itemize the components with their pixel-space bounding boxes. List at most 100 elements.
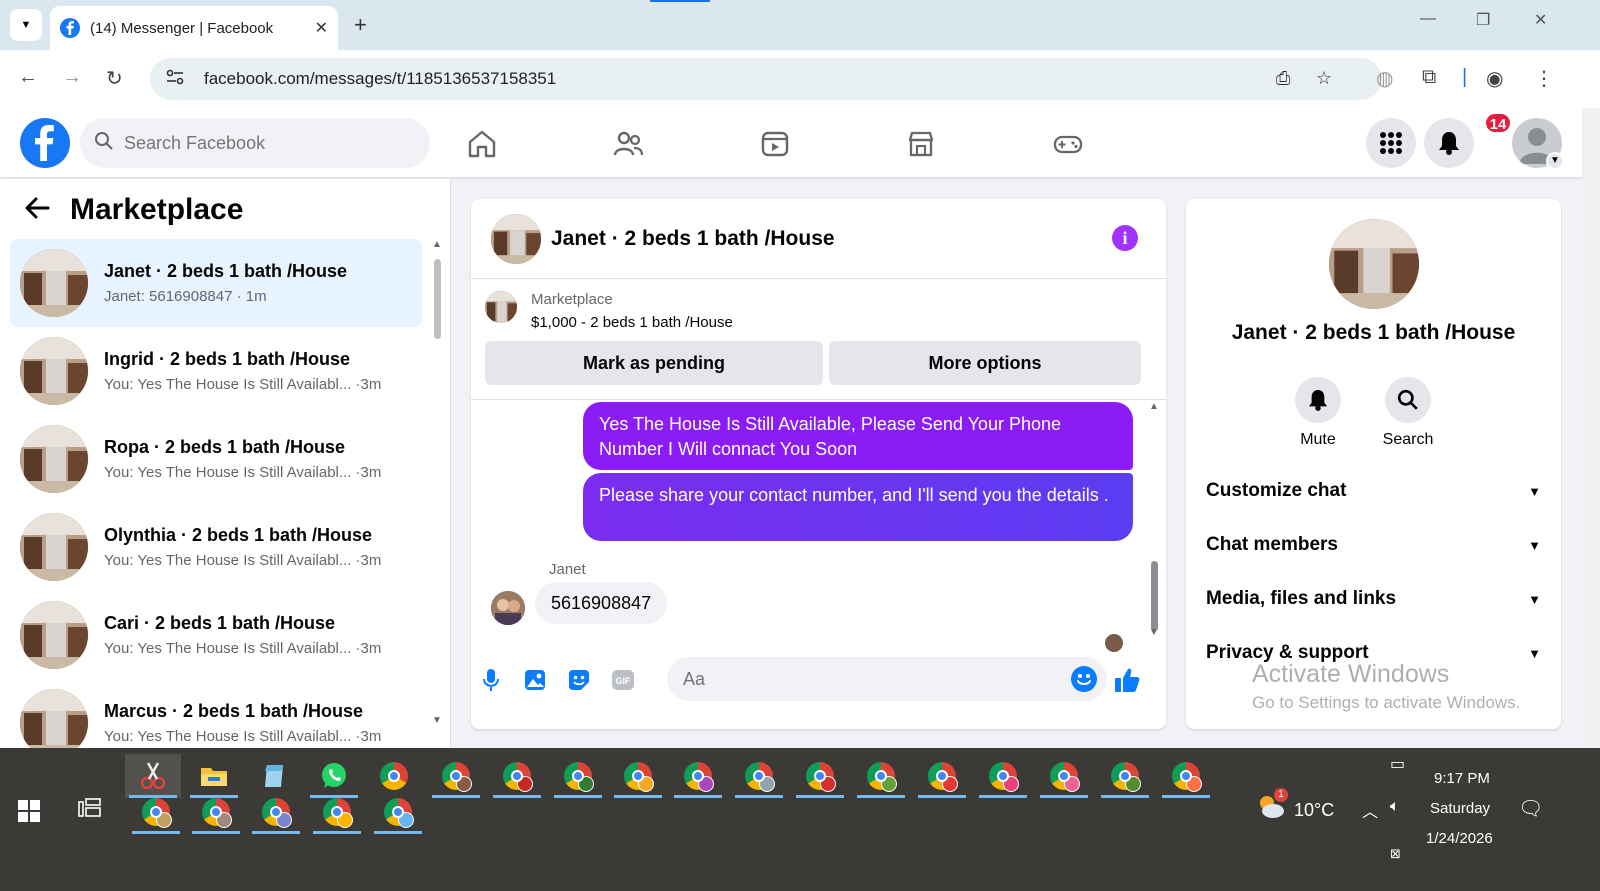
outgoing-message[interactable]: Please share your contact number, and I'… — [583, 473, 1133, 541]
clock-day[interactable]: Saturday — [1430, 800, 1490, 817]
conversation-item-ropa[interactable]: Ropa · 2 beds 1 bath /House You: Yes The… — [10, 415, 422, 503]
marketplace-icon[interactable] — [905, 128, 937, 160]
conversation-item-olynthia[interactable]: Olynthia · 2 beds 1 bath /House You: Yes… — [10, 503, 422, 591]
taskbar-app-chrome-profile-3[interactable] — [550, 754, 606, 798]
forward-arrow-icon[interactable]: → — [62, 66, 82, 89]
more-options-button[interactable]: More options — [829, 341, 1141, 385]
taskbar-app-chrome-profile-2[interactable] — [489, 754, 545, 798]
new-tab-button[interactable]: + — [354, 12, 367, 38]
image-icon[interactable] — [521, 666, 549, 694]
marketplace-listing-card[interactable]: Marketplace $1,000 - 2 beds 1 bath /Hous… — [485, 291, 733, 331]
page-scrollbar[interactable] — [1582, 108, 1600, 748]
chat-scrollbar[interactable]: ▲ ▼ — [1147, 401, 1161, 649]
chat-avatar[interactable] — [491, 213, 541, 264]
scroll-down-icon[interactable]: ▼ — [1149, 627, 1159, 638]
start-button[interactable] — [18, 800, 40, 827]
extensions-icon[interactable]: ⧉ — [1422, 66, 1436, 89]
close-window-icon[interactable]: ✕ — [1534, 10, 1547, 30]
conversation-item-cari[interactable]: Cari · 2 beds 1 bath /House You: Yes The… — [10, 591, 422, 679]
bookmark-star-icon[interactable]: ☆ — [1316, 68, 1332, 89]
menu-grid-button[interactable] — [1366, 118, 1416, 168]
tab-search-button[interactable]: ▼ — [10, 9, 42, 41]
chevron-up-icon[interactable]: ︿ — [1362, 798, 1378, 822]
conversation-item-janet[interactable]: Janet · 2 beds 1 bath /House Janet: 5616… — [10, 239, 422, 327]
taskbar-app-chrome-profile-5[interactable] — [670, 754, 726, 798]
sender-avatar[interactable] — [491, 591, 525, 625]
profile-icon[interactable]: ◉ — [1486, 66, 1503, 91]
taskbar-app-chrome-profile-16[interactable] — [248, 790, 304, 834]
scroll-down-icon[interactable]: ▼ — [432, 715, 442, 726]
back-arrow-icon[interactable] — [24, 194, 50, 226]
kebab-menu-icon[interactable]: ⋮ — [1534, 66, 1554, 91]
conversation-item-marcus[interactable]: Marcus · 2 beds 1 bath /House You: Yes T… — [10, 679, 422, 748]
gaming-icon[interactable] — [1052, 128, 1084, 160]
video-icon[interactable] — [759, 128, 791, 160]
taskbar-app-chrome-profile-11[interactable] — [1036, 754, 1092, 798]
taskbar-app-chrome-profile-14[interactable] — [128, 790, 184, 834]
media-files-links-section[interactable]: Media, files and links ▼ — [1206, 577, 1541, 621]
conversation-list-scrollbar[interactable]: ▲ ▼ — [430, 239, 444, 739]
scroll-up-icon[interactable]: ▲ — [432, 239, 442, 250]
taskbar-app-chrome-profile-4[interactable] — [610, 754, 666, 798]
scrollbar-thumb[interactable] — [434, 259, 441, 339]
close-tab-icon[interactable]: ✕ — [315, 18, 328, 38]
notification-center-icon[interactable]: 🗨︎ — [1518, 796, 1543, 821]
taskbar-app-chrome-profile-10[interactable] — [975, 754, 1031, 798]
weather-widget[interactable]: 1 — [1256, 788, 1288, 825]
microphone-icon[interactable] — [477, 666, 505, 694]
taskbar-app-chrome-profile-12[interactable] — [1097, 754, 1153, 798]
taskbar-app-chrome-profile-13[interactable] — [1158, 754, 1214, 798]
scrollbar-thumb[interactable] — [1151, 561, 1158, 631]
outgoing-message[interactable]: Yes The House Is Still Available, Please… — [583, 402, 1133, 470]
thumbs-up-icon[interactable] — [1111, 664, 1143, 696]
chat-header[interactable]: Janet · 2 beds 1 bath /House i — [471, 199, 1166, 279]
customize-chat-section[interactable]: Customize chat ▼ — [1206, 469, 1541, 513]
network-icon[interactable]: ⊠ — [1390, 846, 1401, 862]
info-icon[interactable]: i — [1112, 225, 1138, 251]
incoming-message[interactable]: 5616908847 — [535, 582, 668, 624]
address-bar[interactable]: facebook.com/messages/t/1185136537158351 — [150, 58, 1382, 100]
taskbar-app-chrome-profile-7[interactable] — [792, 754, 848, 798]
browser-tab-messenger[interactable]: (14) Messenger | Facebook ✕ — [50, 6, 338, 50]
friends-icon[interactable] — [612, 128, 644, 160]
taskbar-app-chrome-profile-15[interactable] — [188, 790, 244, 834]
privacy-support-section[interactable]: Privacy & support ▼ — [1206, 631, 1541, 675]
toolbar-divider: | — [1462, 66, 1468, 88]
taskbar-app-chrome-profile-18[interactable] — [370, 790, 426, 834]
taskbar-app-chrome-profile-1[interactable] — [428, 754, 484, 798]
search-input[interactable] — [124, 132, 404, 154]
message-composer[interactable] — [667, 657, 1107, 701]
facebook-logo[interactable] — [20, 118, 70, 168]
reload-icon[interactable]: ↻ — [106, 66, 123, 91]
site-settings-icon[interactable] — [166, 69, 184, 90]
emoji-icon[interactable] — [1071, 666, 1097, 692]
sticker-icon[interactable] — [565, 666, 593, 694]
globe-icon[interactable]: ◍ — [1376, 66, 1393, 91]
search-chat-button[interactable]: Search — [1368, 377, 1448, 449]
message-input[interactable] — [683, 668, 1043, 690]
gif-icon[interactable]: GIF — [609, 666, 637, 694]
install-app-icon[interactable]: ⎙ — [1276, 68, 1290, 89]
task-view-button[interactable] — [78, 798, 102, 825]
chat-members-section[interactable]: Chat members ▼ — [1206, 523, 1541, 567]
back-arrow-icon[interactable]: ← — [18, 66, 38, 89]
mark-as-pending-button[interactable]: Mark as pending — [485, 341, 823, 385]
notifications-button[interactable] — [1424, 118, 1474, 168]
mute-button[interactable]: Mute — [1278, 377, 1358, 449]
scroll-up-icon[interactable]: ▲ — [1149, 401, 1159, 412]
contact-avatar[interactable] — [1329, 219, 1419, 309]
minimize-icon[interactable]: — — [1420, 10, 1436, 28]
taskbar-app-chrome-profile-17[interactable] — [309, 790, 365, 834]
restore-icon[interactable]: ❐ — [1476, 10, 1490, 30]
facebook-search[interactable] — [80, 118, 430, 168]
home-icon[interactable] — [466, 128, 498, 160]
clock-date[interactable]: 1/24/2026 — [1426, 830, 1493, 847]
taskbar-app-chrome-profile-6[interactable] — [731, 754, 787, 798]
clock-time[interactable]: 9:17 PM — [1434, 770, 1490, 787]
conversation-item-ingrid[interactable]: Ingrid · 2 beds 1 bath /House You: Yes T… — [10, 327, 422, 415]
account-chevron-icon[interactable]: ▼ — [1546, 152, 1564, 170]
taskbar-app-chrome-profile-9[interactable] — [914, 754, 970, 798]
display-icon[interactable]: ▭ — [1390, 754, 1405, 774]
speaker-icon[interactable]: 🔈︎ — [1390, 798, 1400, 816]
taskbar-app-chrome-profile-8[interactable] — [853, 754, 909, 798]
